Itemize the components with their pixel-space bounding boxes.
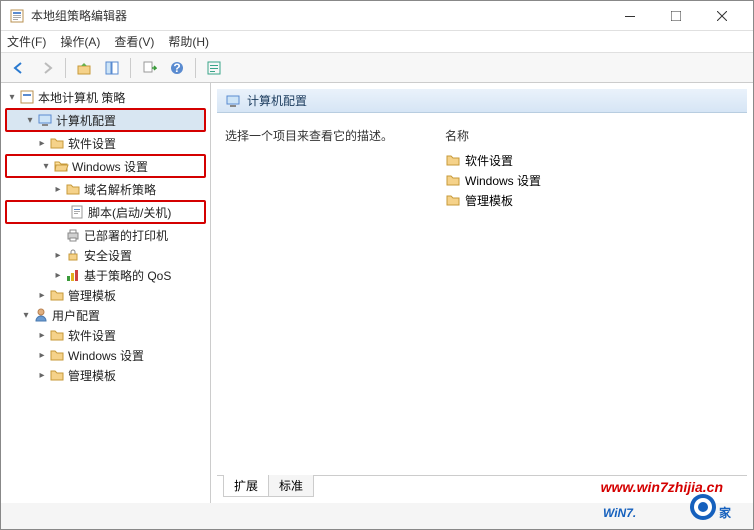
folder-icon — [65, 181, 81, 197]
folder-icon — [445, 152, 461, 168]
folder-icon — [445, 192, 461, 208]
computer-icon — [37, 112, 53, 128]
computer-icon — [225, 93, 241, 109]
folder-icon — [445, 172, 461, 188]
tab-extended[interactable]: 扩展 — [223, 475, 269, 497]
menu-view[interactable]: 查看(V) — [114, 33, 154, 50]
tree-user-software-settings[interactable]: ▸ 软件设置 — [3, 325, 208, 345]
tree-user-admin-templates[interactable]: ▸ 管理模板 — [3, 365, 208, 385]
folder-icon — [49, 287, 65, 303]
expand-icon[interactable]: ▸ — [51, 270, 65, 281]
details-body: 选择一个项目来查看它的描述。 名称 软件设置 Windows 设置 管理模板 — [211, 113, 753, 475]
list-item[interactable]: 软件设置 — [445, 150, 739, 170]
highlight-computer-config: ▾ 计算机配置 — [5, 108, 206, 132]
show-hide-tree-button[interactable] — [100, 56, 124, 80]
svg-text:?: ? — [173, 61, 180, 75]
folder-open-icon — [53, 158, 69, 174]
item-label: Windows 设置 — [465, 172, 541, 189]
toolbar: ? — [1, 53, 753, 83]
tree-policy-qos[interactable]: ▸ 基于策略的 QoS — [3, 265, 208, 285]
expand-icon[interactable]: ▸ — [35, 290, 49, 301]
tree-pane[interactable]: ▾ 本地计算机 策略 ▾ 计算机配置 ▸ 软件设置 ▾ Windows 设置 ▸ — [1, 83, 211, 503]
column-name[interactable]: 名称 — [445, 127, 739, 144]
expand-icon[interactable]: ▸ — [35, 138, 49, 149]
expand-icon[interactable]: ▸ — [35, 330, 49, 341]
minimize-button[interactable] — [607, 1, 653, 31]
filter-button[interactable] — [202, 56, 226, 80]
tree-admin-templates[interactable]: ▸ 管理模板 — [3, 285, 208, 305]
logo-text-1: WiN7. — [603, 506, 636, 520]
collapse-icon[interactable]: ▾ — [5, 92, 19, 103]
collapse-icon[interactable]: ▾ — [39, 161, 53, 172]
titlebar: 本地组策略编辑器 — [1, 1, 753, 31]
logo-text-2: 家 — [719, 505, 732, 520]
qos-icon — [65, 267, 81, 283]
collapse-icon[interactable]: ▾ — [23, 115, 37, 126]
menu-file[interactable]: 文件(F) — [7, 33, 46, 50]
tab-standard[interactable]: 标准 — [268, 475, 314, 497]
tree-root[interactable]: ▾ 本地计算机 策略 — [3, 87, 208, 107]
highlight-windows-settings: ▾ Windows 设置 — [5, 154, 206, 178]
tree-software-settings[interactable]: ▸ 软件设置 — [3, 133, 208, 153]
content-area: ▾ 本地计算机 策略 ▾ 计算机配置 ▸ 软件设置 ▾ Windows 设置 ▸ — [1, 83, 753, 503]
tree-deployed-printers[interactable]: 已部署的打印机 — [3, 225, 208, 245]
printer-icon — [65, 227, 81, 243]
list-item[interactable]: Windows 设置 — [445, 170, 739, 190]
item-label: 软件设置 — [465, 152, 513, 169]
collapse-icon[interactable]: ▾ — [19, 310, 33, 321]
menubar: 文件(F) 操作(A) 查看(V) 帮助(H) — [1, 31, 753, 53]
tree-windows-settings[interactable]: ▾ Windows 设置 — [7, 156, 204, 176]
details-header: 计算机配置 — [217, 89, 747, 113]
menu-action[interactable]: 操作(A) — [60, 33, 100, 50]
tree-security-settings[interactable]: ▸ 安全设置 — [3, 245, 208, 265]
details-pane: 计算机配置 选择一个项目来查看它的描述。 名称 软件设置 Windows 设置 … — [211, 83, 753, 503]
folder-icon — [49, 367, 65, 383]
script-icon — [69, 204, 85, 220]
tree-scripts[interactable]: 脚本(启动/关机) — [7, 202, 204, 222]
item-label: 管理模板 — [465, 192, 513, 209]
window-title: 本地组策略编辑器 — [31, 7, 607, 24]
expand-icon[interactable]: ▸ — [35, 370, 49, 381]
expand-icon[interactable]: ▸ — [51, 184, 65, 195]
tree-user-config[interactable]: ▾ 用户配置 — [3, 305, 208, 325]
folder-icon — [49, 347, 65, 363]
help-button[interactable]: ? — [165, 56, 189, 80]
close-button[interactable] — [699, 1, 745, 31]
folder-icon — [49, 135, 65, 151]
tree-name-resolution[interactable]: ▸ 域名解析策略 — [3, 179, 208, 199]
app-icon — [9, 8, 25, 24]
user-icon — [33, 307, 49, 323]
description-text: 选择一个项目来查看它的描述。 — [217, 123, 437, 469]
toolbar-separator — [195, 58, 196, 78]
items-list: 名称 软件设置 Windows 设置 管理模板 — [437, 123, 747, 469]
list-item[interactable]: 管理模板 — [445, 190, 739, 210]
expand-icon[interactable]: ▸ — [35, 350, 49, 361]
toolbar-separator — [130, 58, 131, 78]
maximize-button[interactable] — [653, 1, 699, 31]
expand-icon[interactable]: ▸ — [51, 250, 65, 261]
policy-icon — [19, 89, 35, 105]
tree-user-windows-settings[interactable]: ▸ Windows 设置 — [3, 345, 208, 365]
toolbar-separator — [65, 58, 66, 78]
folder-icon — [49, 327, 65, 343]
lock-icon — [65, 247, 81, 263]
export-list-button[interactable] — [137, 56, 161, 80]
back-button[interactable] — [7, 56, 31, 80]
tree-computer-config[interactable]: ▾ 计算机配置 — [7, 110, 204, 130]
up-button[interactable] — [72, 56, 96, 80]
details-title: 计算机配置 — [247, 92, 307, 109]
view-tabs: 扩展 标准 — [217, 475, 747, 497]
highlight-scripts: 脚本(启动/关机) — [5, 200, 206, 224]
forward-button[interactable] — [35, 56, 59, 80]
menu-help[interactable]: 帮助(H) — [168, 33, 209, 50]
